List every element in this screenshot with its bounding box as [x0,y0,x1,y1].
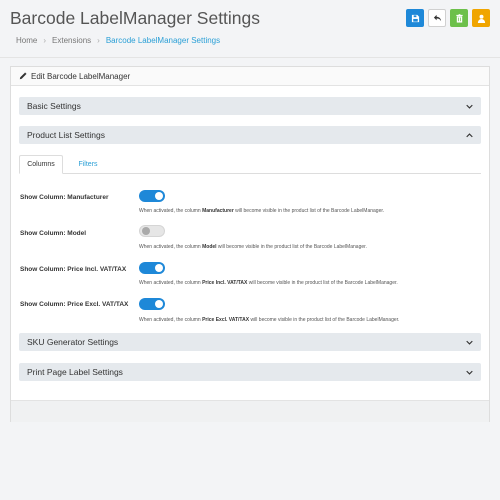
setting-label-price-excl: Show Column: Price Excl. VAT/TAX [20,301,129,308]
chevron-down-icon [466,104,473,109]
trash-icon [455,13,463,23]
help-text: When activated, the column [139,208,203,214]
chevron-down-icon [466,340,473,345]
breadcrumb-separator: › [97,36,100,45]
back-button[interactable] [428,9,446,27]
chevron-down-icon [466,370,473,375]
help-text-bold: Model [202,244,217,250]
pencil-icon [19,72,27,80]
help-text: When activated, the column [139,244,203,250]
help-text: When activated, the column [139,317,203,323]
tab-filters[interactable]: Filters [73,155,103,174]
section-title: Print Page Label Settings [27,367,123,377]
breadcrumb: Home › Extensions › Barcode LabelManager… [16,36,220,45]
toggle-knob [142,227,150,235]
toggle-model[interactable] [139,225,165,237]
settings-card: Edit Barcode LabelManager Basic Settings… [10,66,490,422]
toggle-price-excl[interactable] [139,298,165,310]
setting-label-model: Show Column: Model [20,230,87,237]
page-title: Barcode LabelManager Settings [10,8,261,28]
section-print-page-label-settings[interactable]: Print Page Label Settings [19,363,481,381]
help-text-manufacturer: When activated, the column Manufacturer … [139,208,384,214]
help-text-bold: Price Excl. VAT/TAX [202,317,250,323]
help-text: will become visible in the product list … [233,208,385,214]
user-icon [477,14,485,23]
page-header: Barcode LabelManager Settings Home › Ext… [0,0,500,58]
save-button[interactable] [406,9,424,27]
toolbar [406,9,490,27]
toggle-price-incl[interactable] [139,262,165,274]
section-sku-generator-settings[interactable]: SKU Generator Settings [19,333,481,351]
clear-button[interactable] [450,9,468,27]
toggle-knob [155,264,163,272]
back-arrow-icon [433,14,441,21]
toggle-manufacturer[interactable] [139,190,165,202]
user-button[interactable] [472,9,490,27]
setting-label-price-incl: Show Column: Price Incl. VAT/TAX [20,266,127,273]
save-icon [411,14,419,22]
help-text-price-incl: When activated, the column Price Incl. V… [139,280,398,286]
help-text-bold: Price Incl. VAT/TAX [202,280,248,286]
section-basic-settings[interactable]: Basic Settings [19,97,481,115]
help-text: will become visible in the product list … [249,317,400,323]
tab-columns[interactable]: Columns [19,155,63,174]
section-title: SKU Generator Settings [27,337,119,347]
breadcrumb-separator: › [43,36,47,45]
section-title: Basic Settings [27,101,81,111]
section-title: Product List Settings [27,130,105,140]
breadcrumb-extensions[interactable]: Extensions [52,36,91,45]
help-text: When activated, the column [139,280,203,286]
help-text-price-excl: When activated, the column Price Excl. V… [139,317,399,323]
help-text: will become visible in the product list … [216,244,367,250]
card-footer [11,400,489,422]
section-product-list-settings[interactable]: Product List Settings [19,126,481,144]
help-text: will become visible in the product list … [247,280,398,286]
header-divider [0,57,500,58]
card-header: Edit Barcode LabelManager [11,67,489,86]
breadcrumb-home[interactable]: Home [16,36,37,45]
tab-bar: Columns Filters [19,155,481,174]
toggle-knob [155,300,163,308]
breadcrumb-current[interactable]: Barcode LabelManager Settings [106,36,220,45]
setting-label-manufacturer: Show Column: Manufacturer [20,194,109,201]
card-title: Edit Barcode LabelManager [31,71,131,81]
chevron-up-icon [466,132,473,137]
help-text-bold: Manufacturer [202,208,234,214]
help-text-model: When activated, the column Model will be… [139,244,367,250]
toggle-knob [155,192,163,200]
